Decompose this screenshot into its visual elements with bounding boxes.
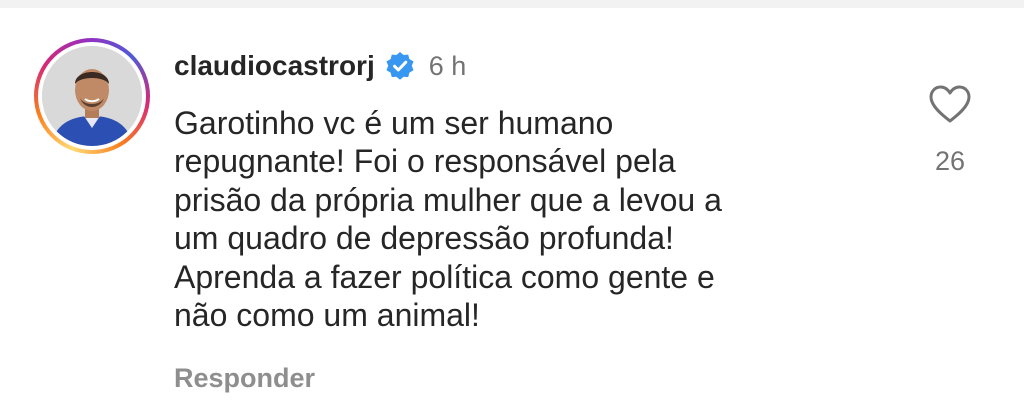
comment-text-line: um quadro de depressão profunda! [174, 220, 674, 257]
avatar[interactable] [42, 46, 142, 146]
comment-timestamp: 6 h [428, 50, 467, 81]
comment-text: Garotinho vc é um ser humano repugnante!… [174, 104, 874, 334]
username-link[interactable]: claudiocastrorj [174, 50, 375, 82]
avatar-photo [42, 46, 142, 146]
top-strip [0, 0, 1024, 8]
like-area: 26 [920, 84, 980, 177]
comment: claudiocastrorj 6 h Garotinho vc é um se… [0, 8, 1024, 409]
story-ring[interactable] [34, 38, 150, 154]
heart-icon[interactable] [928, 84, 972, 124]
verified-badge-icon [385, 51, 415, 81]
comment-text-line: repugnante! Foi o responsável pela [174, 143, 676, 180]
comment-text-line: não como um animal! [174, 297, 480, 334]
comment-header: claudiocastrorj 6 h [174, 46, 466, 86]
comment-text-line: prisão da própria mulher que a levou a [174, 181, 722, 218]
comment-text-line: Aprenda a fazer política como gente e [174, 258, 715, 295]
reply-button[interactable]: Responder [174, 363, 315, 394]
comment-text-line: Garotinho vc é um ser humano [174, 105, 614, 141]
like-count[interactable]: 26 [920, 146, 980, 177]
